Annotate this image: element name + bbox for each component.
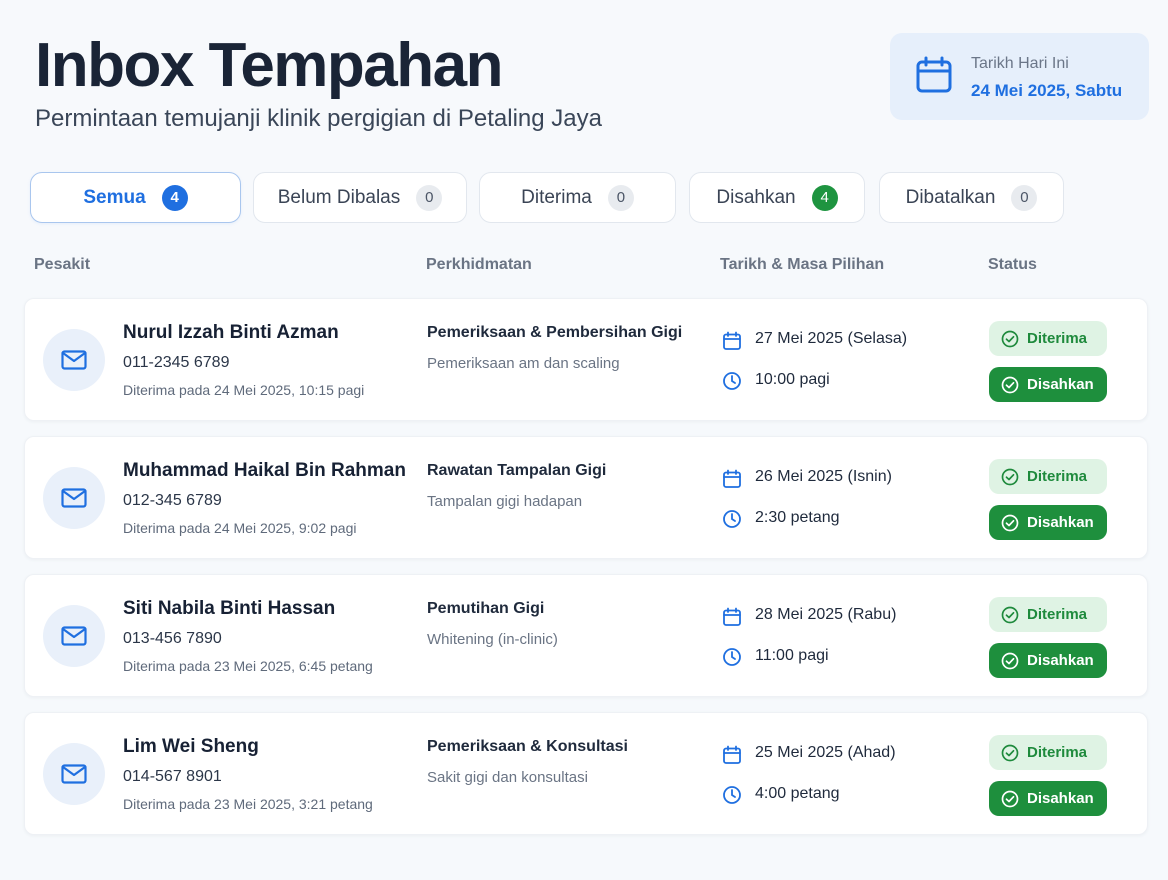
tab-dibatalkan[interactable]: Dibatalkan 0 <box>879 172 1064 223</box>
status-badge-accepted: Diterima <box>989 597 1107 632</box>
clock-icon <box>723 648 741 666</box>
status-badge-confirmed: Disahkan <box>989 643 1107 678</box>
preferred-time: 2:30 petang <box>755 509 840 526</box>
mail-icon <box>61 626 87 646</box>
booking-row[interactable]: Siti Nabila Binti Hassan 013-456 7890 Di… <box>24 574 1148 697</box>
clock-icon <box>723 372 741 390</box>
check-circle-icon <box>1001 468 1019 485</box>
received-time: Diterima pada 23 Mei 2025, 6:45 petang <box>123 658 373 674</box>
tab-count: 0 <box>607 184 634 211</box>
received-time: Diterima pada 24 Mei 2025, 9:02 pagi <box>123 520 357 536</box>
service-name: Pemeriksaan & Pembersihan Gigi <box>427 324 683 341</box>
tab-label: Diterima <box>521 186 592 208</box>
check-circle-icon <box>1001 376 1019 393</box>
tab-disahkan[interactable]: Disahkan 4 <box>689 172 865 223</box>
booking-row[interactable]: Muhammad Haikal Bin Rahman 012-345 6789 … <box>24 436 1148 559</box>
tab-count: 0 <box>1011 184 1038 211</box>
received-time: Diterima pada 24 Mei 2025, 10:15 pagi <box>123 382 365 398</box>
patient-phone: 012-345 6789 <box>123 492 222 509</box>
avatar <box>43 329 105 391</box>
check-circle-icon <box>1001 330 1019 347</box>
column-header-datetime: Tarikh & Masa Pilihan <box>720 256 885 273</box>
preferred-date: 27 Mei 2025 (Selasa) <box>755 330 908 347</box>
check-circle-icon <box>1001 652 1019 669</box>
today-value: 24 Mei 2025, Sabtu <box>971 81 1123 100</box>
calendar-icon <box>723 745 741 764</box>
tab-semua[interactable]: Semua 4 <box>30 172 241 223</box>
tab-diterima[interactable]: Diterima 0 <box>479 172 676 223</box>
status-label: Diterima <box>1027 606 1088 623</box>
service-description: Sakit gigi dan konsultasi <box>427 769 588 786</box>
preferred-date: 25 Mei 2025 (Ahad) <box>755 744 896 761</box>
status-label: Diterima <box>1027 330 1088 347</box>
tab-label: Semua <box>83 186 146 208</box>
mail-icon <box>61 488 87 508</box>
column-header-status: Status <box>988 256 1037 273</box>
clock-icon <box>723 786 741 804</box>
service-description: Pemeriksaan am dan scaling <box>427 355 620 372</box>
tab-count: 4 <box>811 184 838 211</box>
column-header-service: Perkhidmatan <box>426 256 532 273</box>
status-label: Disahkan <box>1027 790 1094 807</box>
service-description: Tampalan gigi hadapan <box>427 493 583 510</box>
service-name: Rawatan Tampalan Gigi <box>427 462 607 479</box>
preferred-date: 28 Mei 2025 (Rabu) <box>755 606 897 623</box>
preferred-time: 11:00 pagi <box>755 647 829 664</box>
check-circle-icon <box>1001 514 1019 531</box>
patient-phone: 014-567 8901 <box>123 768 222 785</box>
today-label: Tarikh Hari Ini <box>971 55 1069 72</box>
tab-label: Belum Dibalas <box>277 186 401 208</box>
calendar-icon <box>916 56 952 93</box>
tab-label: Dibatalkan <box>905 186 996 208</box>
tab-count: 0 <box>416 184 443 211</box>
patient-phone: 013-456 7890 <box>123 630 222 647</box>
calendar-icon <box>723 607 741 626</box>
status-label: Disahkan <box>1027 514 1094 531</box>
service-name: Pemeriksaan & Konsultasi <box>427 738 628 755</box>
received-time: Diterima pada 23 Mei 2025, 3:21 petang <box>123 796 373 812</box>
preferred-time: 10:00 pagi <box>755 371 830 388</box>
patient-name: Lim Wei Sheng <box>123 736 259 757</box>
tab-label: Disahkan <box>716 186 796 208</box>
patient-name: Muhammad Haikal Bin Rahman <box>123 460 406 481</box>
tab-belum-dibalas[interactable]: Belum Dibalas 0 <box>253 172 467 223</box>
status-label: Disahkan <box>1027 376 1094 393</box>
status-badge-accepted: Diterima <box>989 321 1107 356</box>
avatar <box>43 743 105 805</box>
status-label: Diterima <box>1027 744 1088 761</box>
status-badge-accepted: Diterima <box>989 459 1107 494</box>
preferred-time: 4:00 petang <box>755 785 840 802</box>
page-title: Inbox Tempahan <box>35 31 504 100</box>
booking-row[interactable]: Lim Wei Sheng 014-567 8901 Diterima pada… <box>24 712 1148 835</box>
check-circle-icon <box>1001 744 1019 761</box>
avatar <box>43 605 105 667</box>
status-label: Disahkan <box>1027 652 1094 669</box>
status-label: Diterima <box>1027 468 1088 485</box>
page-subtitle: Permintaan temujanji klinik pergigian di… <box>35 105 602 132</box>
preferred-date: 26 Mei 2025 (Isnin) <box>755 468 892 485</box>
column-header-patient: Pesakit <box>34 256 91 273</box>
patient-name: Siti Nabila Binti Hassan <box>123 598 336 619</box>
patient-name: Nurul Izzah Binti Azman <box>123 322 339 343</box>
clock-icon <box>723 510 741 528</box>
mail-icon <box>61 764 87 784</box>
service-name: Pemutihan Gigi <box>427 600 545 617</box>
status-badge-confirmed: Disahkan <box>989 505 1107 540</box>
booking-row[interactable]: Nurul Izzah Binti Azman 011-2345 6789 Di… <box>24 298 1148 421</box>
calendar-icon <box>723 469 741 488</box>
status-badge-confirmed: Disahkan <box>989 781 1107 816</box>
check-circle-icon <box>1001 790 1019 807</box>
mail-icon <box>61 350 87 370</box>
tab-count: 4 <box>161 184 188 211</box>
status-badge-confirmed: Disahkan <box>989 367 1107 402</box>
avatar <box>43 467 105 529</box>
status-badge-accepted: Diterima <box>989 735 1107 770</box>
calendar-icon <box>723 331 741 350</box>
check-circle-icon <box>1001 606 1019 623</box>
patient-phone: 011-2345 6789 <box>123 354 230 371</box>
service-description: Whitening (in-clinic) <box>427 631 558 648</box>
today-date-card: Tarikh Hari Ini 24 Mei 2025, Sabtu <box>890 33 1149 120</box>
